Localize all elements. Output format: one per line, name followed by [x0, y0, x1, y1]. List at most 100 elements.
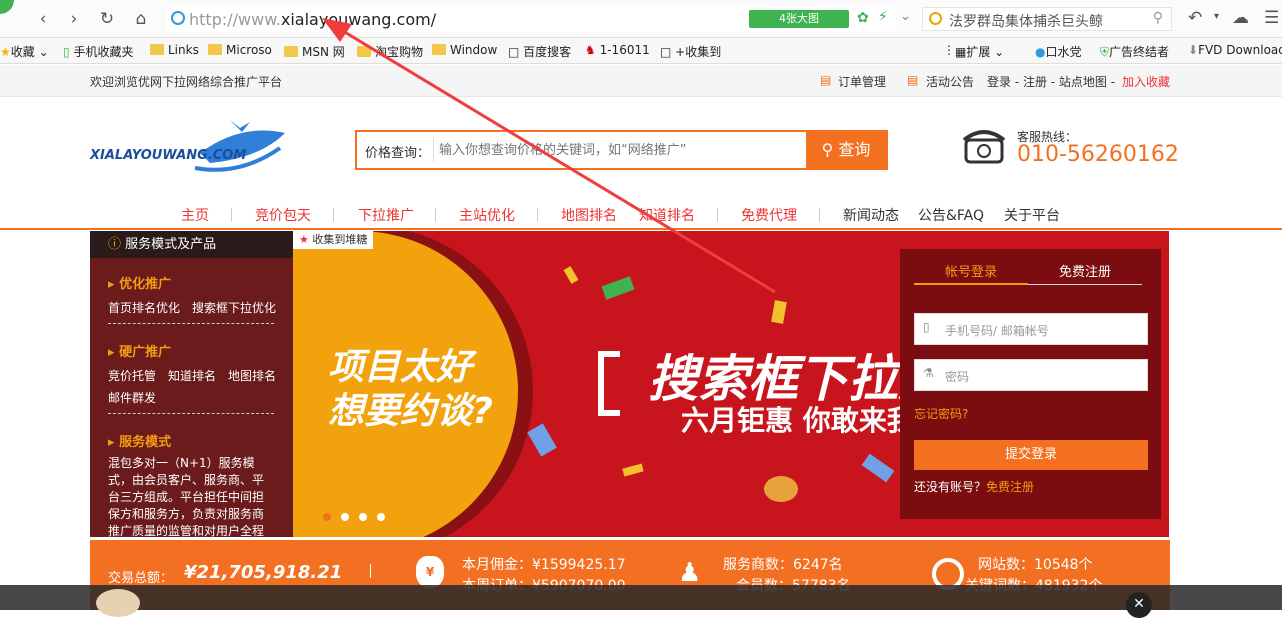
browser-toolbar: ‹ › ↻ ⌂ http://www.xialayouwang.com/ 4张大… [0, 0, 1282, 38]
extension-fvd[interactable]: ⬇FVD Download [1188, 43, 1282, 57]
phone-icon: ▯ [63, 45, 70, 59]
folder-icon [432, 44, 446, 55]
password-field[interactable]: ⚗ 密码 [914, 359, 1148, 391]
bookmark-baidu[interactable]: □ 百度搜客 [508, 43, 571, 60]
menu-icon[interactable]: ☰ [1264, 8, 1279, 28]
folder-icon [284, 46, 298, 57]
extension-koushuidang[interactable]: ●口水党 [1035, 43, 1082, 60]
dropdown-icon[interactable]: ▾ [1214, 11, 1219, 22]
collect-button[interactable]: ★ 收集到堆糖 [293, 231, 374, 249]
back-icon[interactable]: ‹ [33, 9, 53, 29]
side-links-optimize[interactable]: 首页排名优化 搜索框下拉优化 [108, 299, 293, 316]
bookmark-mobile[interactable]: ▯ 手机收藏夹 [63, 43, 133, 60]
bookmark-favorites[interactable]: ★收藏 ⌄ [0, 43, 49, 60]
side-menu-header: ⓘ 服务模式及产品 [90, 231, 293, 258]
nav-free-agent[interactable]: 免费代理 [741, 205, 797, 225]
undo-icon[interactable]: ↶ [1188, 8, 1202, 28]
extension-adblock[interactable]: ⛨广告终结者 [1100, 43, 1169, 60]
carousel-dot-2[interactable] [341, 513, 349, 521]
service-side-menu: ⓘ 服务模式及产品 ▸ 优化推广 首页排名优化 搜索框下拉优化 ▸ 硬广推广 竞… [90, 231, 293, 537]
browser-search-box[interactable]: 法罗群岛集体捕杀巨头鲸 ⚲ [922, 7, 1172, 31]
phone-icon [962, 126, 1006, 166]
site-logo[interactable]: XIALAYOUWANG.COM [90, 118, 290, 178]
extension-label: FVD Download [1198, 43, 1282, 57]
site-icon [171, 11, 185, 25]
cloud-icon[interactable]: ☁ [1232, 8, 1249, 28]
side-divider [108, 413, 274, 414]
bookmark-taobao[interactable]: 淘宝购物 [357, 43, 423, 60]
bookmark-microsoft[interactable]: Microso [208, 43, 272, 57]
notice-icon: ▤ [907, 73, 919, 87]
tab-account-login[interactable]: 帐号登录 [914, 261, 1028, 285]
download-icon: ⬇ [1188, 43, 1199, 57]
section-title: 硬广推广 [119, 345, 172, 360]
folder-icon [357, 46, 371, 57]
bookmark-links[interactable]: Links [150, 43, 199, 57]
circle-line-1: 项目太好 [328, 347, 473, 388]
extension-menu[interactable]: ▦扩展 ⌄ [955, 43, 1004, 60]
service-mode-description: 混包多对一（N+1）服务模式，由会员客户、服务商、平台三方组成。平台担任中间担保… [108, 456, 265, 537]
add-favorite-link[interactable]: 加入收藏 [1122, 73, 1170, 90]
tab-free-register[interactable]: 免费注册 [1028, 261, 1142, 285]
side-link-email[interactable]: 邮件群发 [108, 389, 156, 406]
nav-bidding[interactable]: 竞价包天 [255, 205, 311, 225]
chevron-down-icon[interactable]: ⌄ [900, 9, 911, 24]
home-icon[interactable]: ⌂ [131, 9, 151, 29]
bookmark-collect[interactable]: □ +收集到 [660, 43, 721, 60]
order-link[interactable]: 订单管理 [838, 73, 886, 90]
nav-map-ranking[interactable]: 地图排名 [561, 205, 617, 225]
forgot-password-link[interactable]: 忘记密码? [914, 405, 968, 422]
refresh-icon[interactable]: ↻ [97, 9, 117, 29]
image-count-button[interactable]: 4张大图 [749, 10, 849, 28]
more-icon[interactable]: ⋮ [943, 43, 955, 57]
nav-site-optimization[interactable]: 主站优化 [459, 205, 515, 225]
close-icon[interactable]: ✕ [1126, 592, 1152, 618]
nav-divider [333, 208, 334, 222]
banner-circle-text: 项目太好 想要约谈? [328, 346, 493, 434]
leaf-icon[interactable]: ✿ [857, 10, 869, 26]
nav-about[interactable]: 关于平台 [1004, 205, 1060, 225]
provider-count: 服务商数：6247名 [723, 557, 843, 573]
forward-icon[interactable]: › [64, 9, 84, 29]
nav-news[interactable]: 新闻动态 [843, 205, 899, 225]
mascot-icon [96, 589, 140, 617]
search-icon[interactable]: ⚲ [1153, 10, 1163, 26]
bookmark-1-16011[interactable]: ♞ 1-16011 [585, 43, 650, 57]
extension-icon: ● [1035, 45, 1046, 59]
side-section-mode[interactable]: ▸ 服务模式 [108, 431, 171, 450]
section-title: 服务模式 [119, 435, 172, 450]
price-search-input[interactable] [439, 136, 799, 164]
bookmark-msn[interactable]: MSN 网 [284, 43, 345, 60]
register-link[interactable]: 免费注册 [986, 478, 1034, 495]
search-button[interactable]: ⚲ 查询 [806, 132, 886, 168]
lightning-icon[interactable]: ⚡ [878, 9, 888, 25]
carousel-dot-4[interactable] [377, 513, 385, 521]
side-section-ads[interactable]: ▸ 硬广推广 [108, 341, 171, 360]
user-icon: ♟ [678, 558, 702, 588]
search-engine-icon [929, 12, 942, 25]
side-links-ads[interactable]: 竞价托管 知道排名 地图排名 [108, 367, 293, 384]
mobile-icon: ▯ [923, 320, 930, 334]
bookmark-windows[interactable]: Window [432, 43, 497, 57]
nav-dropdown-promo[interactable]: 下拉推广 [358, 205, 414, 225]
login-register-link[interactable]: 登录 - 注册 - 站点地图 - [987, 73, 1115, 90]
star-icon: ★ [299, 233, 309, 246]
bookmarks-bar: ★收藏 ⌄ ▯ 手机收藏夹 Links Microso MSN 网 淘宝购物 W… [0, 38, 1282, 64]
side-section-optimize[interactable]: ▸ 优化推广 [108, 273, 171, 292]
login-panel: 帐号登录 免费注册 ▯ 手机号码/ 邮箱帐号 ⚗ 密码 忘记密码? 提交登录 还… [900, 249, 1161, 519]
phone-email-field[interactable]: ▯ 手机号码/ 邮箱帐号 [914, 313, 1148, 345]
carousel-dot-1[interactable] [323, 513, 331, 521]
nav-divider [717, 208, 718, 222]
money-bag-icon: ¥ [416, 556, 444, 588]
carousel-dot-3[interactable] [359, 513, 367, 521]
info-icon: ⓘ [108, 237, 122, 252]
nav-home[interactable]: 主页 [181, 205, 209, 225]
search-icon: ⚲ [821, 140, 834, 159]
submit-login-button[interactable]: 提交登录 [914, 440, 1148, 470]
extension-label: 广告终结者 [1109, 45, 1170, 59]
total-label: 交易总额： [108, 571, 174, 586]
notice-link[interactable]: 活动公告 [926, 73, 974, 90]
nav-faq[interactable]: 公告&FAQ [918, 205, 984, 225]
nav-zhidao-ranking[interactable]: 知道排名 [639, 205, 695, 225]
url-domain: xialayouwang.com/ [280, 10, 437, 29]
